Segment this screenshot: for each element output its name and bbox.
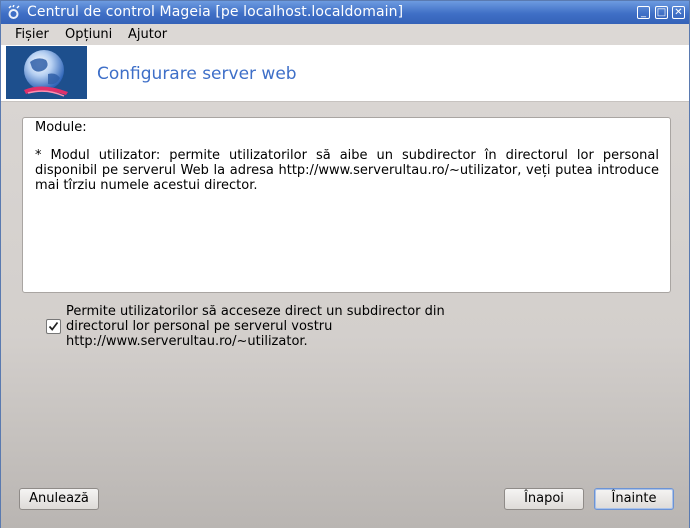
- mageia-app-icon: [8, 5, 20, 19]
- menu-help[interactable]: Ajutor: [128, 27, 167, 42]
- maximize-button[interactable]: □: [655, 6, 668, 19]
- close-button[interactable]: ✕: [672, 6, 685, 19]
- info-text-area[interactable]: Module: * Modul utilizator: permite util…: [22, 117, 671, 293]
- info-heading: Module:: [35, 120, 87, 135]
- menu-file[interactable]: Fișier: [15, 27, 49, 42]
- window-title: Centrul de control Mageia [pe localhost.…: [27, 4, 404, 20]
- app-window: Centrul de control Mageia [pe localhost.…: [0, 0, 690, 528]
- user-dir-checkbox[interactable]: [46, 319, 61, 334]
- mageia-globe-icon: [6, 46, 87, 99]
- title-bar[interactable]: Centrul de control Mageia [pe localhost.…: [1, 1, 689, 24]
- menu-bar: Fișier Opțiuni Ajutor: [1, 24, 689, 45]
- info-description: * Modul utilizator: permite utilizatoril…: [35, 148, 659, 193]
- menu-options[interactable]: Opțiuni: [65, 27, 112, 42]
- user-dir-checkbox-label[interactable]: Permite utilizatorilor să acceseze direc…: [66, 304, 446, 349]
- page-title: Configurare server web: [97, 64, 297, 84]
- back-button[interactable]: Înapoi: [504, 488, 584, 510]
- cancel-button[interactable]: Anulează: [19, 488, 99, 510]
- header-banner: Configurare server web: [1, 45, 689, 102]
- main-content: Module: * Modul utilizator: permite util…: [1, 102, 689, 528]
- checkmark-icon: [48, 321, 59, 331]
- next-button[interactable]: Înainte: [594, 488, 674, 510]
- minimize-button[interactable]: _: [637, 6, 650, 19]
